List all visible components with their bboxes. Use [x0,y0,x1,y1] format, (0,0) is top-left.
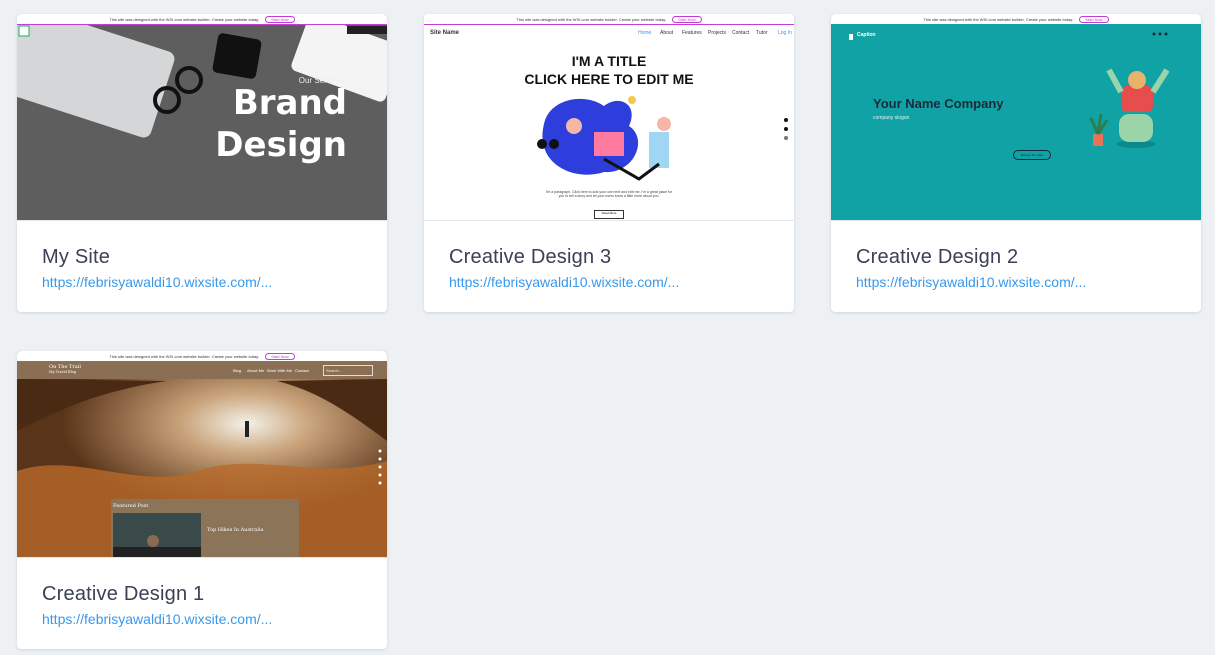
site-card-creative-design-2[interactable]: This site was designed with the WIX.com … [831,14,1201,312]
site-card-creative-design-3[interactable]: This site was designed with the WIX.com … [424,14,794,312]
wix-banner-button: Start Now [672,15,702,23]
wix-banner: This site was designed with the WIX.com … [831,14,1201,25]
site-title[interactable]: Creative Design 3 [449,246,774,269]
thumb-nav-item: Contact [295,368,309,373]
thumb-paragraph: I'm a paragraph. Click here to add your … [545,190,673,198]
site-url-link[interactable]: https://febrisyawaldi10.wixsite.com/... [42,611,367,627]
wix-banner: This site was designed with the WIX.com … [17,14,387,25]
site-info: Creative Design 2 https://febrisyawaldi1… [856,246,1181,290]
site-thumbnail[interactable]: This site was designed with the WIX.com … [831,14,1201,221]
wix-banner-button: Start Now [265,15,295,23]
thumb-logo: On The Trail My Travel Blog [49,364,81,374]
site-card-creative-design-1[interactable]: This site was designed with the WIX.com … [17,351,387,649]
site-url-link[interactable]: https://febrisyawaldi10.wixsite.com/... [856,274,1181,290]
wix-banner-text: This site was designed with the WIX.com … [109,16,260,22]
site-thumbnail[interactable]: This site was designed with the WIX.com … [17,351,387,558]
site-info: My Site https://febrisyawaldi10.wixsite.… [42,246,367,290]
site-title[interactable]: My Site [42,246,367,269]
wix-banner-button: Start Now [265,352,295,360]
site-info: Creative Design 3 https://febrisyawaldi1… [449,246,774,290]
featured-photo [113,513,201,557]
thumb-featured-label: Featured Post [113,503,149,509]
thumb-read-more: Read More [594,210,624,219]
site-card-my-site[interactable]: This site was designed with the WIX.com … [17,14,387,312]
thumb-search: Search... [323,365,373,376]
site-thumbnail[interactable]: This site was designed with the WIX.com … [424,14,794,221]
wix-banner-button: Start Now [1079,15,1109,23]
wix-banner-text: This site was designed with the WIX.com … [109,353,260,359]
site-url-link[interactable]: https://febrisyawaldi10.wixsite.com/... [42,274,367,290]
wix-banner: This site was designed with the WIX.com … [424,14,794,25]
thumb-nav-item: Work With Me [267,368,293,373]
thumb-nav-item: About Me [247,368,265,373]
site-title[interactable]: Creative Design 1 [42,583,367,606]
thumb-brand-text: Brand Design [215,83,347,165]
thumb-nav-item: Blog [233,368,242,373]
thumb-featured-post: Featured Post Top Hikes In Australia [111,499,299,557]
character-illustration [849,32,1170,148]
wix-banner-text: This site was designed with the WIX.com … [923,16,1074,22]
wix-banner-text: This site was designed with the WIX.com … [516,16,667,22]
site-title[interactable]: Creative Design 2 [856,246,1181,269]
wix-banner: This site was designed with the WIX.com … [17,351,387,362]
thumb-post-title: Top Hikes In Australia [207,527,264,533]
site-url-link[interactable]: https://febrisyawaldi10.wixsite.com/... [449,274,774,290]
site-info: Creative Design 1 https://febrisyawaldi1… [42,583,367,627]
site-thumbnail[interactable]: This site was designed with the WIX.com … [17,14,387,221]
